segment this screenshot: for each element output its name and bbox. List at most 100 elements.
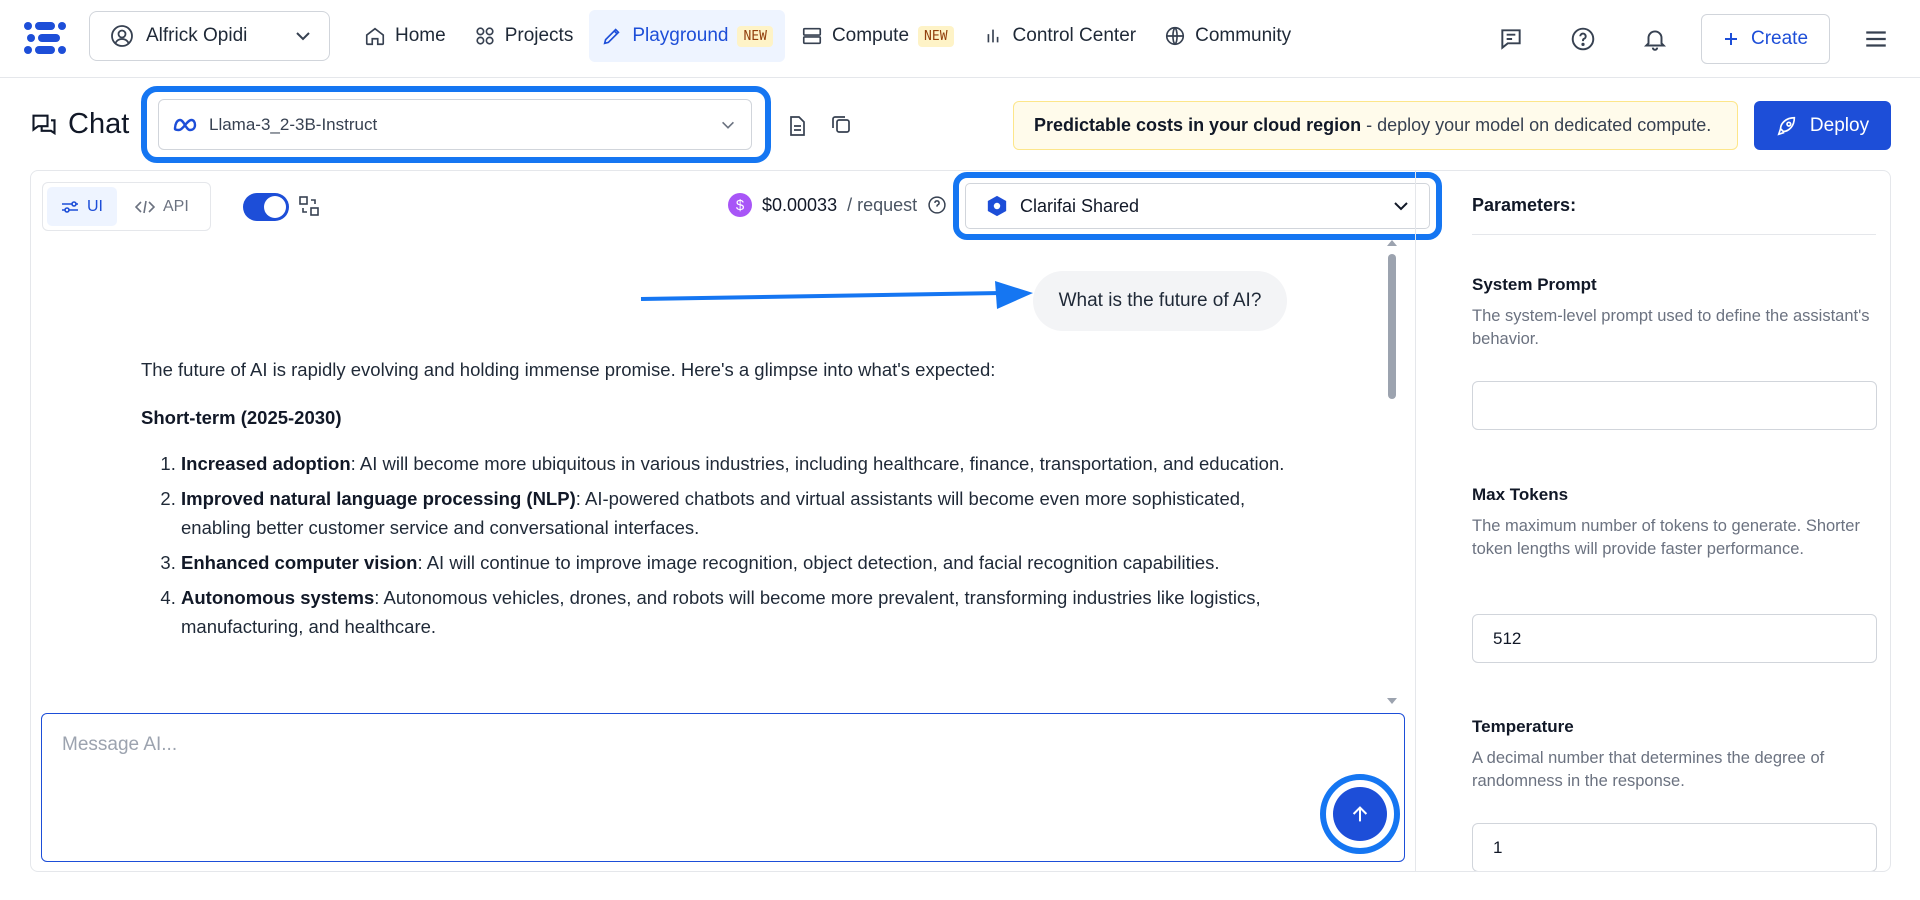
meta-logo-icon bbox=[173, 118, 197, 131]
help-button[interactable] bbox=[1559, 15, 1607, 63]
arrow-annotation-icon bbox=[640, 281, 1033, 309]
compare-mode-toggle[interactable] bbox=[243, 193, 289, 221]
ui-api-switch: UI API bbox=[42, 182, 211, 231]
scrollbar-thumb[interactable] bbox=[1388, 254, 1396, 399]
chevron-down-icon bbox=[296, 32, 310, 41]
answer-list: Increased adoption: AI will become more … bbox=[141, 449, 1291, 641]
page-title: Chat bbox=[30, 108, 129, 141]
message-input[interactable] bbox=[62, 734, 1262, 756]
answer-intro: The future of AI is rapidly evolving and… bbox=[141, 359, 996, 380]
model-name: Llama-3_2-3B-Instruct bbox=[209, 114, 378, 134]
deploy-label: Deploy bbox=[1809, 114, 1870, 136]
account-selector[interactable]: Alfrick Opidi bbox=[89, 11, 330, 61]
clarifai-logo-icon[interactable] bbox=[21, 14, 69, 62]
notifications-button[interactable] bbox=[1631, 15, 1679, 63]
nav-control-center[interactable]: Control Center bbox=[970, 10, 1149, 62]
help-circle-icon[interactable] bbox=[927, 195, 947, 215]
chat-panel: UI API $ $0.00033 / request Clarifai Sha… bbox=[30, 170, 1891, 872]
chat-bubbles-icon bbox=[32, 114, 56, 135]
system-prompt-desc: The system-level prompt used to define t… bbox=[1472, 307, 1870, 348]
nav-control-center-label: Control Center bbox=[1012, 25, 1137, 46]
nav-projects[interactable]: Projects bbox=[462, 10, 586, 62]
ui-tab-label: UI bbox=[87, 197, 103, 215]
chevron-down-icon bbox=[1394, 202, 1408, 211]
clarifai-hex-icon bbox=[987, 195, 1007, 217]
arrow-up-icon bbox=[1352, 806, 1368, 822]
conversation-scrollbar[interactable] bbox=[1385, 237, 1399, 707]
nav-compute-label: Compute bbox=[831, 25, 910, 46]
temperature-group: Temperature A decimal number that determ… bbox=[1472, 717, 1877, 793]
user-message: What is the future of AI? bbox=[1033, 271, 1287, 331]
nav-home-label: Home bbox=[395, 25, 446, 46]
rocket-icon bbox=[1777, 116, 1796, 136]
chevron-down-icon bbox=[722, 121, 734, 129]
compute-selector[interactable]: Clarifai Shared bbox=[965, 183, 1430, 229]
duplicate-button[interactable] bbox=[828, 111, 854, 137]
nav-actions: Create bbox=[1487, 0, 1920, 78]
compute-name: Clarifai Shared bbox=[1020, 195, 1140, 216]
nav-playground[interactable]: Playground NEW bbox=[589, 10, 785, 62]
model-selector[interactable]: Llama-3_2-3B-Instruct bbox=[158, 99, 752, 150]
list-item: Improved natural language processing (NL… bbox=[181, 484, 1291, 542]
copy-icon bbox=[832, 116, 850, 133]
max-tokens-input[interactable]: 512 bbox=[1472, 614, 1877, 663]
compute-icon bbox=[802, 27, 822, 45]
model-selector-highlight: Llama-3_2-3B-Instruct bbox=[141, 86, 771, 163]
send-button[interactable] bbox=[1333, 787, 1387, 841]
projects-icon bbox=[476, 27, 494, 45]
scroll-up-icon[interactable] bbox=[1385, 237, 1399, 249]
account-name: Alfrick Opidi bbox=[146, 25, 248, 46]
temperature-label: Temperature bbox=[1472, 717, 1574, 736]
price-value: $0.00033 bbox=[762, 194, 838, 215]
create-button[interactable]: Create bbox=[1701, 14, 1830, 64]
bell-icon bbox=[1643, 30, 1667, 51]
scroll-down-icon[interactable] bbox=[1385, 695, 1399, 707]
temperature-input[interactable]: 1 bbox=[1472, 823, 1877, 871]
max-tokens-group: Max Tokens The maximum number of tokens … bbox=[1472, 485, 1877, 561]
feedback-button[interactable] bbox=[1487, 15, 1535, 63]
list-item: Autonomous systems: Autonomous vehicles,… bbox=[181, 583, 1291, 641]
create-label: Create bbox=[1750, 28, 1809, 49]
temperature-desc: A decimal number that determines the deg… bbox=[1472, 749, 1825, 790]
hamburger-menu-icon bbox=[1866, 31, 1886, 47]
new-badge: NEW bbox=[918, 25, 954, 47]
nav-home[interactable]: Home bbox=[352, 10, 458, 62]
ui-tab[interactable]: UI bbox=[47, 187, 117, 226]
chart-icon bbox=[987, 29, 998, 43]
main-menu-button[interactable] bbox=[1852, 15, 1900, 63]
help-circle-icon bbox=[1571, 27, 1595, 51]
nav-compute[interactable]: Compute NEW bbox=[789, 10, 966, 62]
globe-icon bbox=[1166, 26, 1185, 46]
dollar-coin-icon: $ bbox=[728, 193, 752, 217]
sliders-icon bbox=[62, 200, 78, 213]
system-prompt-label: System Prompt bbox=[1472, 275, 1597, 294]
code-icon bbox=[135, 200, 155, 213]
nav-projects-label: Projects bbox=[504, 25, 574, 46]
list-item: Enhanced computer vision: AI will contin… bbox=[181, 548, 1291, 577]
compare-layout-icon bbox=[299, 196, 319, 216]
max-tokens-label: Max Tokens bbox=[1472, 485, 1569, 504]
send-button-highlight bbox=[1320, 774, 1400, 854]
max-tokens-desc: The maximum number of tokens to generate… bbox=[1472, 517, 1860, 558]
price-per-request: $ $0.00033 / request bbox=[728, 193, 947, 217]
nav-community[interactable]: Community bbox=[1152, 10, 1303, 62]
playground-icon bbox=[603, 28, 620, 45]
model-details-button[interactable] bbox=[784, 113, 810, 139]
parameters-panel: Parameters: System Prompt The system-lev… bbox=[1415, 171, 1891, 871]
list-item: Increased adoption: AI will become more … bbox=[181, 449, 1291, 478]
user-circle-icon bbox=[111, 25, 133, 47]
nav-playground-label: Playground bbox=[632, 25, 729, 46]
answer-section-heading: Short-term (2025-2030) bbox=[141, 407, 342, 428]
message-square-icon bbox=[1501, 29, 1521, 50]
deploy-button[interactable]: Deploy bbox=[1754, 101, 1891, 150]
price-unit: / request bbox=[847, 194, 918, 215]
parameters-heading: Parameters: bbox=[1472, 195, 1876, 235]
api-tab-label: API bbox=[163, 197, 189, 215]
dedicated-compute-banner[interactable]: Predictable costs in your cloud region -… bbox=[1013, 101, 1738, 150]
main-nav: Home Projects Playground NEW Compute NEW… bbox=[352, 10, 1303, 62]
page-title-text: Chat bbox=[68, 108, 130, 140]
system-prompt-input[interactable] bbox=[1472, 381, 1877, 430]
message-composer bbox=[41, 713, 1405, 862]
api-tab[interactable]: API bbox=[121, 187, 203, 226]
plus-icon bbox=[1724, 33, 1737, 45]
